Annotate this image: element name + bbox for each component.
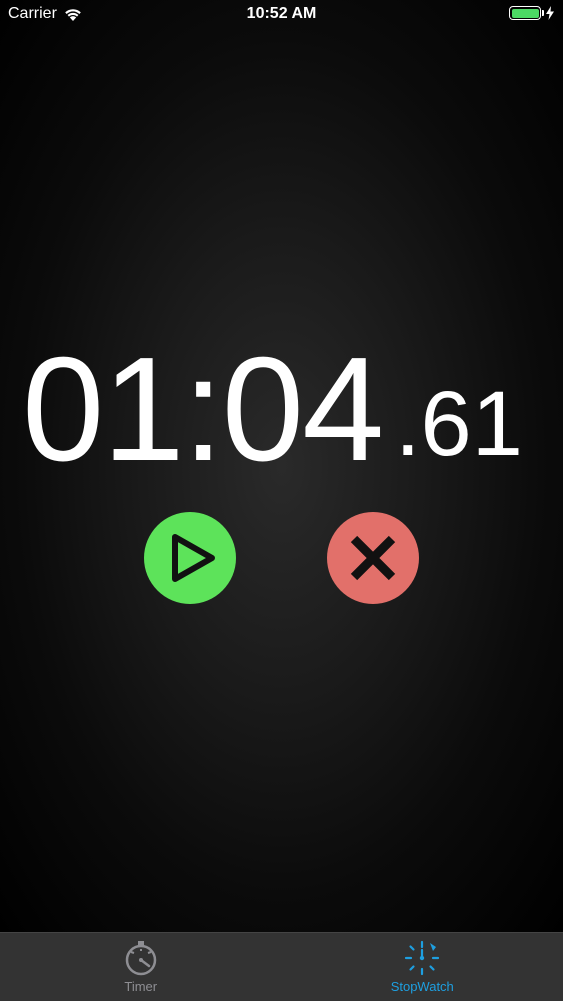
tab-timer-label: Timer (124, 979, 157, 994)
battery-level (512, 9, 539, 18)
battery-group (509, 6, 555, 20)
charging-bolt-icon (545, 6, 555, 20)
elapsed-time: 01:04 (22, 340, 382, 480)
stopwatch-icon (403, 939, 441, 977)
play-icon (144, 512, 236, 604)
close-icon (327, 512, 419, 604)
timer-icon (122, 939, 160, 977)
battery-icon (509, 6, 541, 20)
stopwatch-display: 01:04 .61 (0, 340, 563, 480)
play-button[interactable] (144, 512, 236, 604)
tab-stopwatch-label: StopWatch (391, 979, 454, 994)
tab-bar: Timer StopWatch (0, 932, 563, 1001)
status-bar: Carrier 10:52 AM (0, 0, 563, 30)
status-time: 10:52 AM (0, 5, 563, 23)
tab-stopwatch[interactable]: StopWatch (282, 933, 563, 1001)
elapsed-hundredths: .61 (395, 374, 523, 474)
tab-timer[interactable]: Timer (0, 933, 282, 1001)
cancel-button[interactable] (327, 512, 419, 604)
